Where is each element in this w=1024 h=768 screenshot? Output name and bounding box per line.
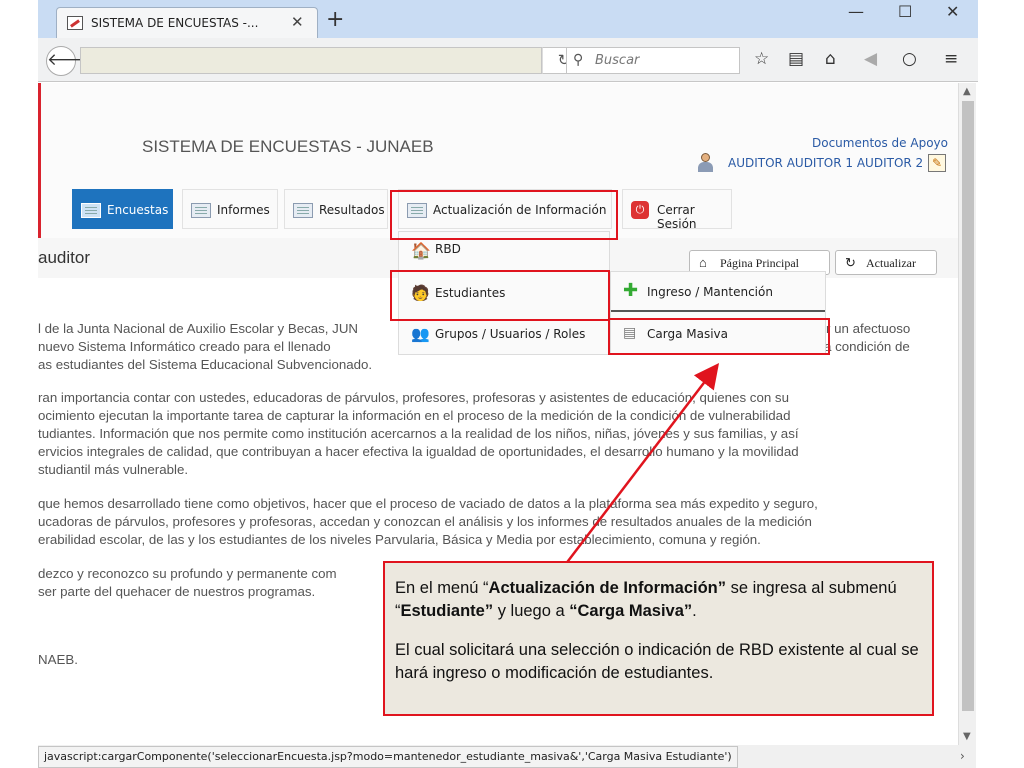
refresh-button[interactable]: ↻ Actualizar (835, 250, 937, 275)
body-line: ervicios integrales de calidad, que cont… (38, 444, 799, 459)
close-tab-icon[interactable]: ✕ (291, 13, 304, 31)
refresh-icon: ↻ (845, 255, 856, 270)
callout-paragraph-1: En el menú “Actualización de Información… (395, 579, 897, 620)
scroll-right-icon[interactable]: › (960, 749, 965, 763)
users-icon: 👥 (411, 325, 430, 343)
reading-list-icon[interactable]: ▤ (788, 49, 804, 69)
body-line: ucadoras de párvulos, profesores y profe… (38, 514, 812, 529)
user-icon (697, 153, 713, 173)
power-icon: ⏻ (631, 201, 649, 219)
submenu-item-ingreso[interactable]: ✚ Ingreso / Mantención (611, 272, 825, 312)
back-icon[interactable]: 🡐 (46, 46, 93, 76)
body-line: as estudiantes del Sistema Educacional S… (38, 357, 373, 372)
body-line: r un afectuoso (826, 321, 911, 336)
bookmark-star-icon[interactable]: ☆ (754, 49, 769, 69)
plus-icon: ✚ (623, 280, 639, 301)
highlight-actualizacion (390, 190, 618, 240)
menu-encuestas[interactable]: Encuestas (72, 189, 173, 229)
body-line: nuevo Sistema Informático creado para el… (38, 339, 331, 354)
menu-resultados[interactable]: Resultados (284, 189, 388, 229)
search-input[interactable]: ⚲ Buscar (566, 47, 740, 74)
list-icon (191, 203, 211, 218)
address-bar[interactable] (80, 47, 542, 74)
list-icon (81, 203, 101, 218)
header-accent-bar (38, 83, 41, 238)
maximize-icon[interactable]: ☐ (898, 2, 912, 21)
highlight-carga-masiva (608, 318, 830, 355)
body-line: ran importancia contar con ustedes, educ… (38, 390, 789, 405)
body-line: a condición de (824, 339, 910, 354)
body-line: que hemos desarrollado tiene como objeti… (38, 496, 818, 511)
browser-titlebar: SISTEMA DE ENCUESTAS -... ✕ + — ☐ ✕ (38, 0, 978, 38)
callout-paragraph-2: El cual solicitará una selección o indic… (395, 641, 919, 682)
search-icon: ⚲ (573, 52, 584, 68)
body-line: dezco y reconozco su profundo y permanen… (38, 566, 337, 581)
vertical-scrollbar[interactable]: ▲ ▼ (958, 83, 976, 745)
browser-toolbar: 🡐 ↻ ⚲ Buscar ☆ ▤ ⌂ ◀ ○ ≡ (38, 38, 978, 82)
new-tab-icon[interactable]: + (326, 7, 344, 32)
chat-icon[interactable]: ○ (902, 49, 917, 69)
list-icon (293, 203, 313, 218)
body-line: ocimiento ejecutan la importante tarea d… (38, 408, 791, 423)
scroll-down-icon[interactable]: ▼ (963, 731, 971, 742)
body-line: erabilidad escolar, de las y los estudia… (38, 532, 761, 547)
favicon-icon (67, 16, 83, 30)
user-name[interactable]: AUDITOR AUDITOR 1 AUDITOR 2 (728, 156, 923, 170)
tab-title: SISTEMA DE ENCUESTAS -... (91, 16, 259, 30)
scroll-thumb[interactable] (962, 101, 974, 711)
menu-informes[interactable]: Informes (182, 189, 278, 229)
minimize-icon[interactable]: — (848, 2, 864, 21)
house-icon: 🏠 (411, 241, 431, 260)
body-line: ser parte del quehacer de nuestros progr… (38, 584, 316, 599)
annotation-callout: En el menú “Actualización de Información… (383, 561, 934, 716)
docs-link[interactable]: Documentos de Apoyo (812, 136, 948, 150)
status-bar: javascript:cargarComponente('seleccionar… (38, 746, 738, 768)
browser-tab[interactable]: SISTEMA DE ENCUESTAS -... ✕ (56, 7, 318, 38)
menu-icon[interactable]: ≡ (944, 49, 958, 69)
site-title: SISTEMA DE ENCUESTAS - JUNAEB (142, 137, 434, 156)
send-icon[interactable]: ◀ (864, 49, 877, 69)
scroll-up-icon[interactable]: ▲ (963, 86, 971, 97)
highlight-estudiantes (390, 270, 610, 321)
close-window-icon[interactable]: ✕ (946, 2, 959, 21)
home-icon: ⌂ (699, 255, 707, 270)
search-placeholder: Buscar (595, 53, 640, 68)
body-line: l de la Junta Nacional de Auxilio Escola… (38, 321, 359, 336)
edit-profile-icon[interactable]: ✎ (928, 154, 946, 172)
section-title: auditor (38, 248, 90, 267)
body-line: studiantil más vulnerable. (38, 462, 189, 477)
body-line: NAEB. (38, 652, 78, 667)
body-line: tudiantes. Información que nos permite c… (38, 426, 799, 441)
menu-cerrar-sesion[interactable]: ⏻ Cerrar Sesión (622, 189, 732, 231)
home-icon[interactable]: ⌂ (825, 49, 836, 69)
